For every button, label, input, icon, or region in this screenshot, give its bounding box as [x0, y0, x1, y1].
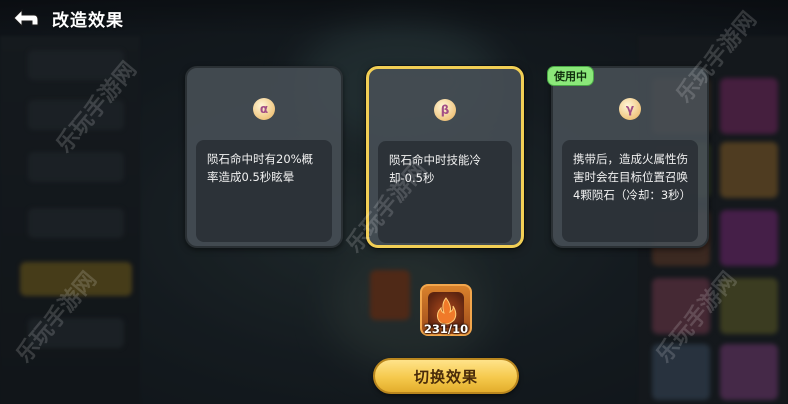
effect-description: 携带后，造成火属性伤害时会在目标位置召唤4颗陨石（冷却：3秒）: [562, 140, 698, 242]
effect-card-beta[interactable]: β 陨石命中时技能冷却-0.5秒: [366, 66, 524, 248]
beta-badge: β: [434, 99, 456, 121]
effect-description: 陨石命中时有20%概率造成0.5秒眩晕: [196, 140, 332, 242]
back-arrow-icon[interactable]: [8, 5, 42, 31]
effect-card-gamma[interactable]: 使用中 γ 携带后，造成火属性伤害时会在目标位置召唤4颗陨石（冷却：3秒）: [547, 66, 709, 248]
in-use-tag: 使用中: [547, 66, 594, 86]
effect-card-alpha[interactable]: α 陨石命中时有20%概率造成0.5秒眩晕: [185, 66, 343, 248]
gamma-badge: γ: [619, 98, 641, 120]
effect-description: 陨石命中时技能冷却-0.5秒: [378, 141, 512, 243]
switch-effect-button[interactable]: 切换效果: [373, 358, 519, 394]
alpha-badge: α: [253, 98, 275, 120]
material-count: 231/10: [423, 322, 469, 336]
header: 改造效果: [8, 4, 124, 32]
page-title: 改造效果: [52, 10, 124, 31]
